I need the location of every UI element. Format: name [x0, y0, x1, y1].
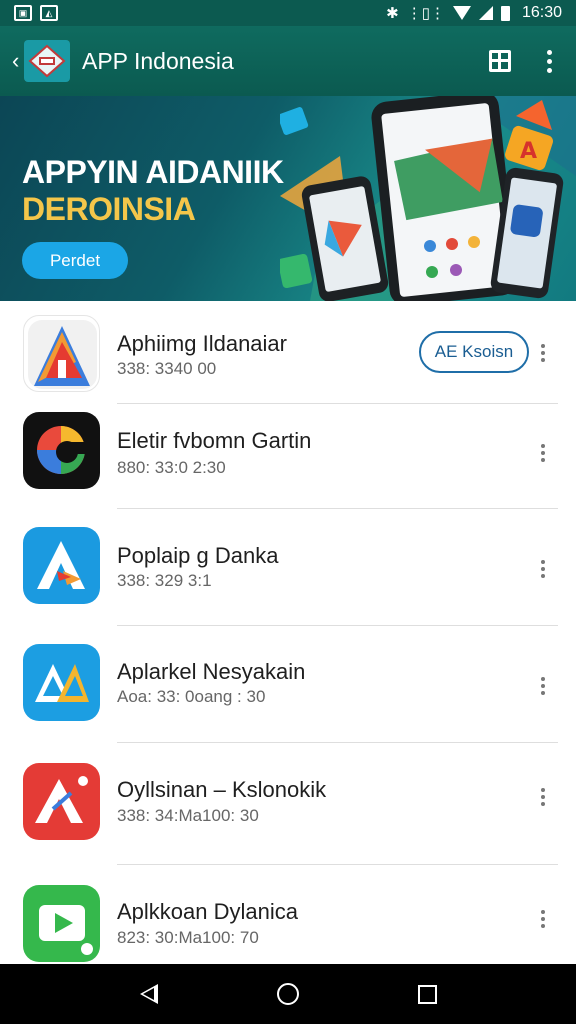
banner-headline: APPYIN AIDANIIK: [22, 154, 284, 190]
app-meta: 338: 34:Ma100: 30: [117, 806, 259, 825]
page-title: APP Indonesia: [82, 47, 234, 74]
recents-icon[interactable]: [417, 984, 437, 1004]
app-meta: Aoa: 33: 0oang : 30: [117, 687, 266, 706]
install-button[interactable]: AE Ksoisn: [419, 331, 529, 373]
back-arrow-icon[interactable]: ‹: [0, 48, 20, 74]
signal-icon: [478, 6, 493, 20]
app-bar: ‹ APP Indonesia: [0, 26, 576, 96]
more-vert-icon[interactable]: [541, 444, 545, 462]
wifi-icon: [452, 6, 471, 20]
more-vert-icon[interactable]: [541, 344, 545, 362]
app-logo: [24, 40, 70, 82]
app-name: Poplaip g Danka: [117, 543, 279, 568]
gallery-icon: ▣: [14, 5, 32, 21]
promo-banner[interactable]: A APPYIN AIDANIIK DEROINSIA Perdet: [0, 96, 576, 301]
more-vert-icon[interactable]: [541, 677, 545, 695]
back-icon[interactable]: [139, 984, 158, 1004]
app-name: Aplkkoan Dylanica: [117, 899, 298, 924]
app-name: Eletir fvbomn Gartin: [117, 428, 312, 453]
vibrate-icon: ⋮▯⋮: [406, 5, 445, 22]
svg-text:A: A: [520, 139, 537, 164]
status-bar: ▣ ◭ ✱ ⋮▯⋮ 16:30: [0, 0, 576, 26]
battery-icon: [500, 5, 510, 21]
app-icon-blue-a: [23, 527, 100, 604]
app-meta: 823: 30:Ma100: 70: [117, 928, 259, 947]
more-vert-icon[interactable]: [547, 49, 552, 73]
image-icon: ◭: [40, 5, 58, 21]
home-icon[interactable]: [276, 983, 299, 1005]
bluetooth-icon: ✱: [386, 5, 399, 22]
app-name: Aplarkel Nesyakain: [117, 659, 306, 684]
list-item[interactable]: Poplaip g Danka 338: 329 3:1: [0, 509, 576, 626]
app-icon-red-a: [23, 315, 100, 392]
clock: 16:30: [521, 4, 562, 21]
app-icon-red-white-a: [23, 763, 100, 840]
app-icon-green-play: [23, 885, 100, 962]
app-meta: 338: 3340 00: [117, 359, 217, 378]
banner-button[interactable]: Perdet: [22, 242, 128, 279]
more-vert-icon[interactable]: [541, 560, 545, 578]
banner-illustration: A: [280, 96, 576, 301]
system-nav-bar: [0, 964, 576, 1024]
list-item[interactable]: Aphiimg Ildanaiar 338: 3340 00 AE Ksoisn: [0, 301, 576, 404]
list-item[interactable]: Eletir fvbomn Gartin 880: 33:0 2:30: [0, 404, 576, 509]
banner-subheadline: DEROINSIA: [22, 191, 196, 227]
app-name: Aphiimg Ildanaiar: [117, 331, 287, 356]
app-name: Oyllsinan – Kslonokik: [117, 777, 327, 802]
app-icon-blue-yellow-a: [23, 644, 100, 721]
app-meta: 338: 329 3:1: [117, 571, 212, 590]
list-item[interactable]: Oyllsinan – Kslonokik 338: 34:Ma100: 30: [0, 743, 576, 865]
app-meta: 880: 33:0 2:30: [117, 458, 226, 477]
more-vert-icon[interactable]: [541, 910, 545, 928]
app-icon-multicolor: [23, 412, 100, 489]
more-vert-icon[interactable]: [541, 788, 545, 806]
list-item[interactable]: Aplkkoan Dylanica 823: 30:Ma100: 70: [0, 865, 576, 965]
grid-icon[interactable]: [489, 50, 511, 72]
list-item[interactable]: Aplarkel Nesyakain Aoa: 33: 0oang : 30: [0, 626, 576, 743]
